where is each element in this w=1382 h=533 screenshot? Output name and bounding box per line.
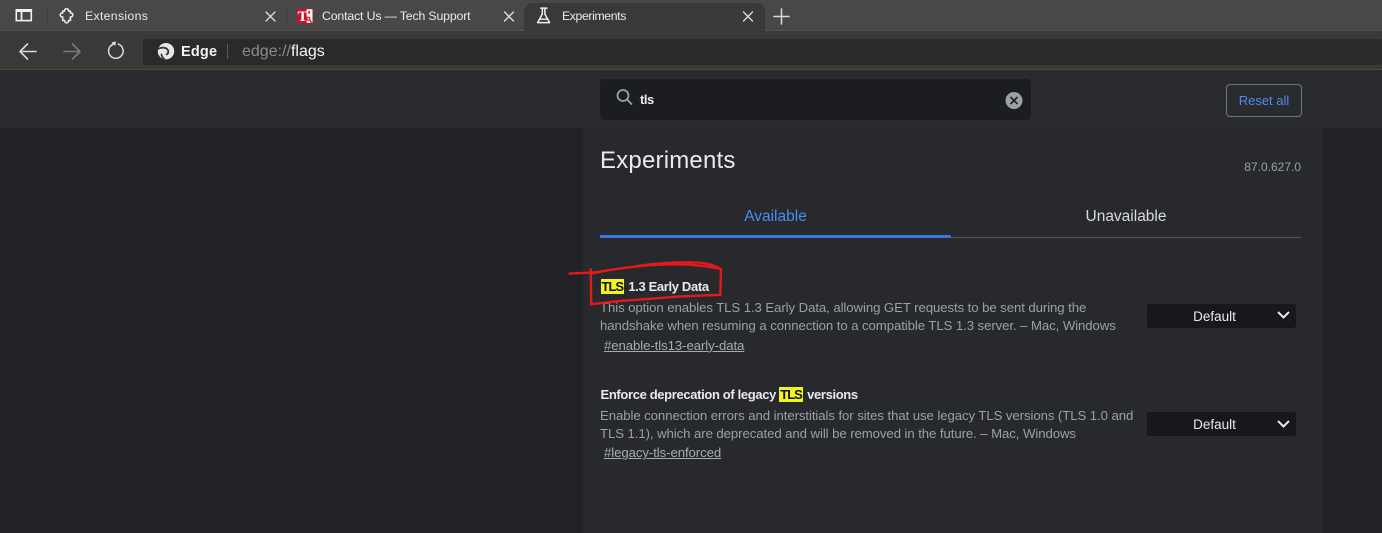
svg-text:T: T [298,9,308,25]
